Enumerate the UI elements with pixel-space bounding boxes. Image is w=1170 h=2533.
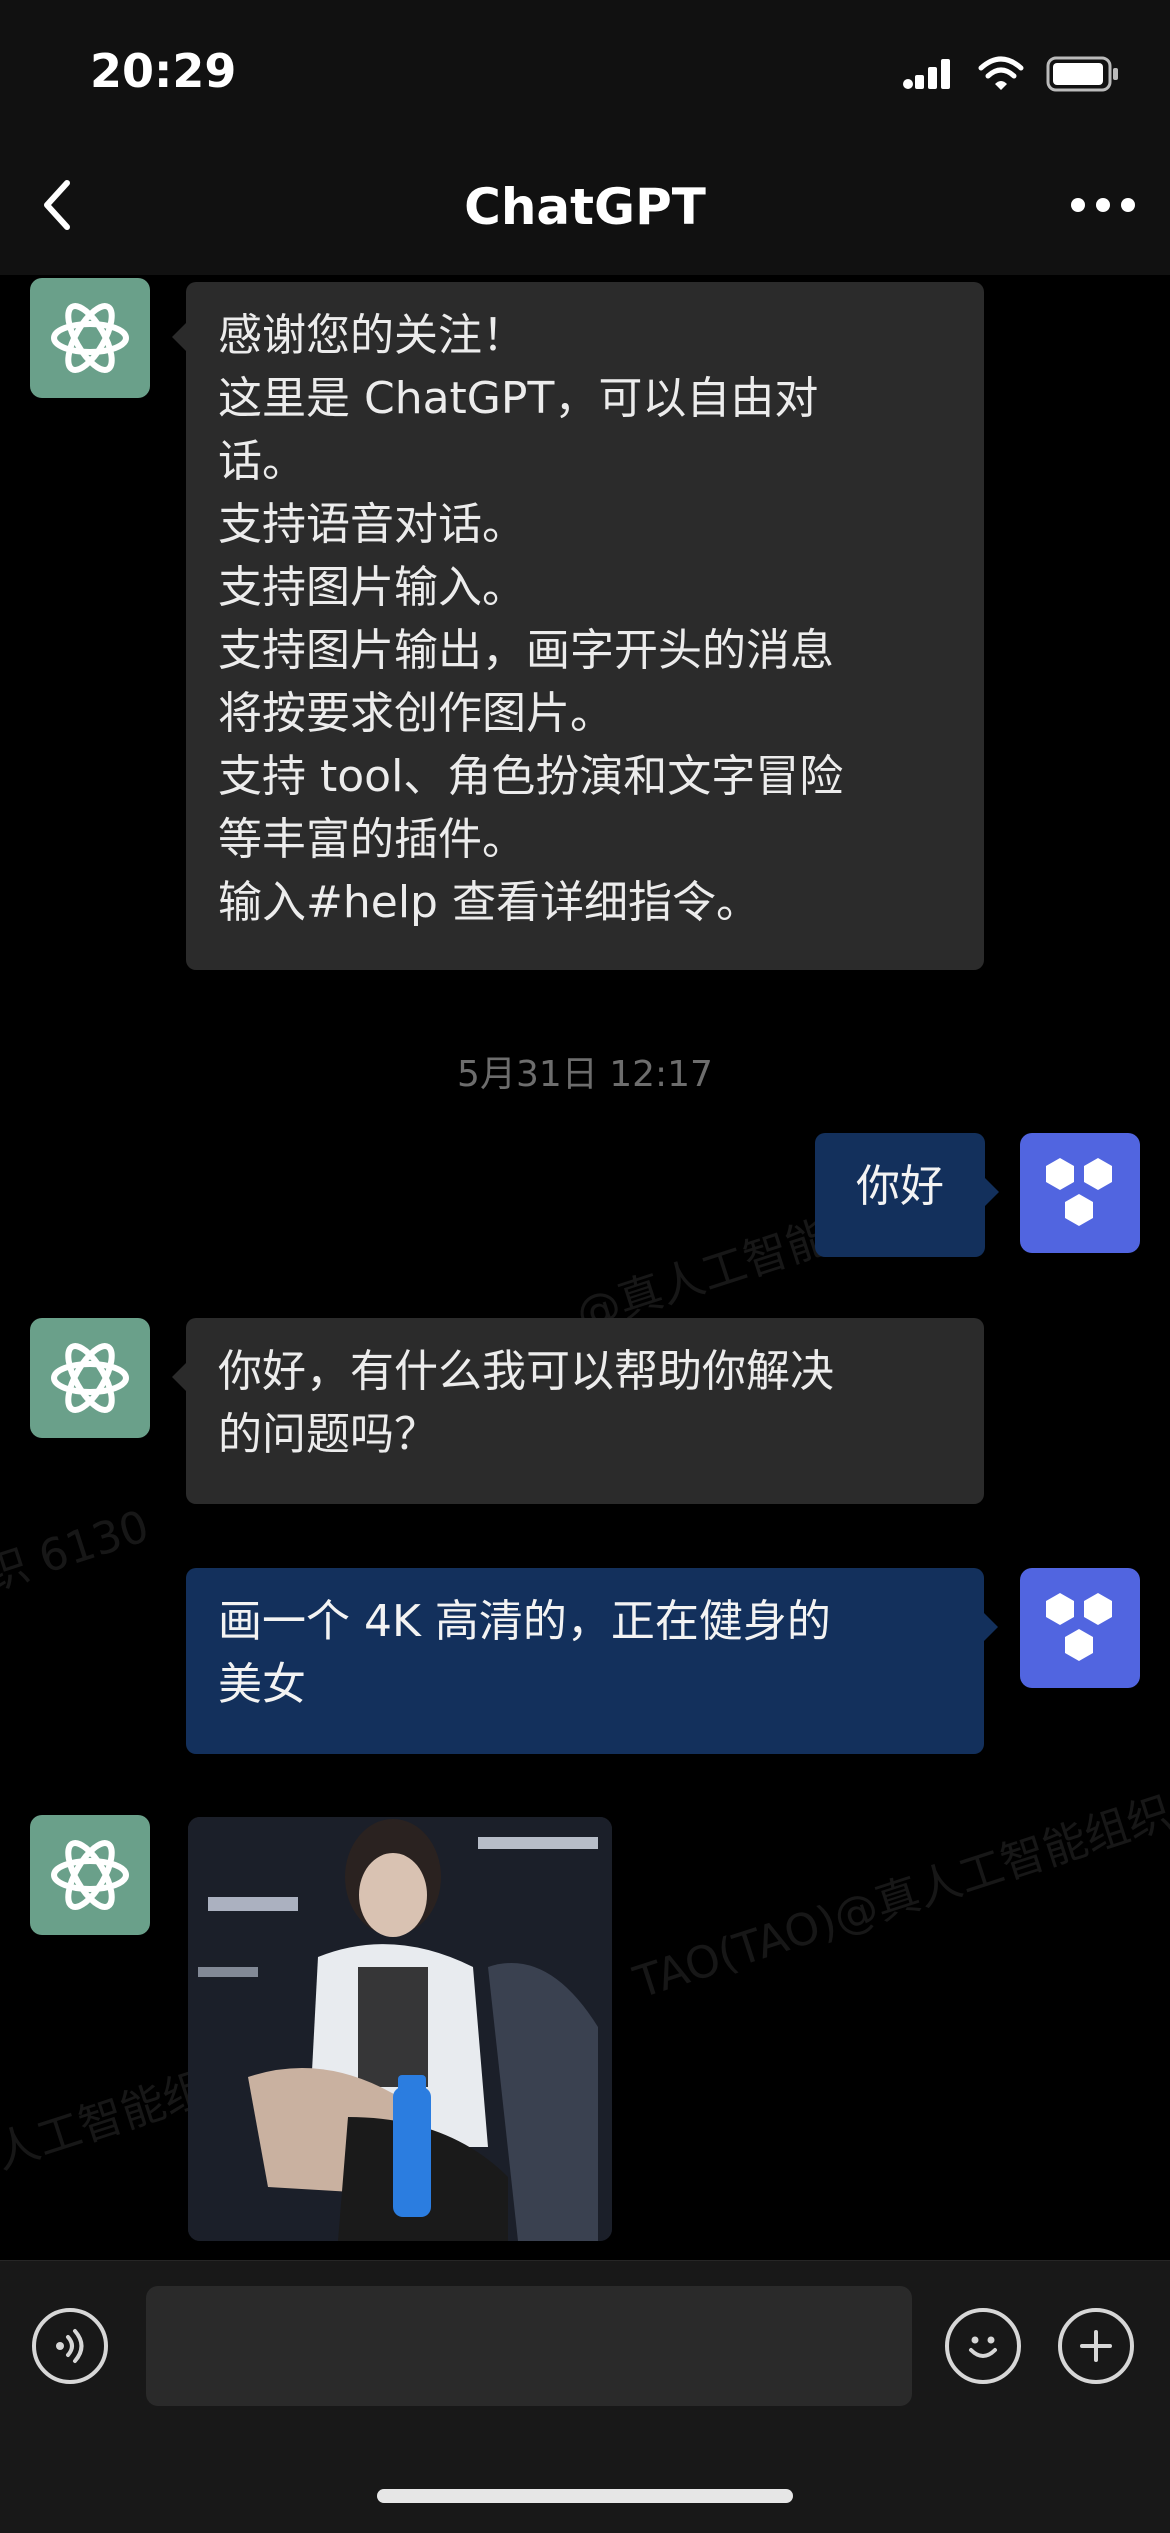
user-avatar[interactable] bbox=[1020, 1133, 1140, 1253]
message-line: 支持图片输出，画字开头的消息 bbox=[218, 625, 834, 676]
message-line: 你好 bbox=[856, 1161, 944, 1212]
message-line: 等丰富的插件。 bbox=[218, 814, 526, 865]
openai-logo-icon bbox=[51, 1343, 129, 1413]
bubble-tail bbox=[172, 323, 186, 351]
message-line: 你好，有什么我可以帮助你解决 bbox=[218, 1346, 834, 1397]
user-message[interactable]: 画一个 4K 高清的，正在健身的 美女 bbox=[186, 1568, 984, 1754]
chatgpt-avatar[interactable] bbox=[30, 278, 150, 398]
input-bar bbox=[0, 2260, 1170, 2533]
user-avatar[interactable] bbox=[1020, 1568, 1140, 1688]
hexagon-cluster-icon bbox=[1046, 1158, 1112, 1226]
message-line: 支持 tool、角色扮演和文字冒险 bbox=[218, 751, 844, 802]
generated-image-art bbox=[188, 1817, 612, 2241]
emoji-icon bbox=[969, 2336, 997, 2358]
signal-icon bbox=[903, 59, 950, 89]
more-dots-icon bbox=[1071, 198, 1135, 212]
chatgpt-avatar[interactable] bbox=[30, 1318, 150, 1438]
watermark: 织 6130 bbox=[0, 1500, 156, 1602]
bot-message[interactable]: 你好，有什么我可以帮助你解决 的问题吗？ bbox=[186, 1318, 984, 1504]
plus-circle-icon bbox=[1080, 2330, 1112, 2362]
message-line: 支持语音对话。 bbox=[218, 499, 526, 550]
message-line: 美女 bbox=[218, 1659, 306, 1710]
more-button[interactable] bbox=[1058, 172, 1148, 238]
message-line: 话。 bbox=[218, 436, 306, 487]
bubble-tail bbox=[984, 1613, 998, 1641]
message-line: 感谢您的关注！ bbox=[218, 310, 526, 361]
watermark: TAO(TAO)@真人工智能组织 6 bbox=[628, 1773, 1170, 2009]
wifi-icon bbox=[978, 56, 1024, 90]
generated-image[interactable] bbox=[188, 1817, 612, 2241]
home-indicator[interactable] bbox=[377, 2489, 793, 2503]
message-timestamp: 5月31日 12:17 bbox=[457, 1054, 713, 1095]
nav-bar: ChatGPT bbox=[0, 140, 1170, 275]
status-icons bbox=[902, 52, 1120, 96]
message-line: 输入#help 查看详细指令。 bbox=[218, 877, 760, 928]
message-line: 这里是 ChatGPT，可以自由对 bbox=[218, 373, 819, 424]
bot-message[interactable]: 感谢您的关注！ 这里是 ChatGPT，可以自由对 话。 支持语音对话。 支持图… bbox=[186, 282, 984, 970]
message-line: 支持图片输入。 bbox=[218, 562, 526, 613]
bubble-tail bbox=[985, 1178, 999, 1206]
openai-logo-icon bbox=[51, 1840, 129, 1910]
chatgpt-avatar[interactable] bbox=[30, 1815, 150, 1935]
add-button[interactable] bbox=[1058, 2308, 1134, 2384]
message-line: 的问题吗？ bbox=[218, 1409, 438, 1460]
watermark: 人工智能组 bbox=[0, 2063, 214, 2180]
user-message[interactable]: 你好 bbox=[815, 1133, 985, 1257]
chat-title: ChatGPT bbox=[464, 178, 706, 236]
status-time: 20:29 bbox=[90, 44, 237, 98]
voice-icon bbox=[56, 2329, 84, 2363]
openai-logo-icon bbox=[51, 303, 129, 373]
message-line: 画一个 4K 高清的，正在健身的 bbox=[218, 1596, 831, 1647]
voice-button[interactable] bbox=[32, 2308, 108, 2384]
chat-area[interactable]: TAO(TAO)@真人工智能组织 6 @真人工智能 织 6130 人工智能组 感… bbox=[0, 275, 1170, 2260]
battery-icon bbox=[1046, 56, 1118, 92]
message-input[interactable] bbox=[146, 2286, 912, 2406]
hexagon-cluster-icon bbox=[1046, 1593, 1112, 1661]
message-line: 将按要求创作图片。 bbox=[218, 688, 614, 739]
bubble-tail bbox=[172, 1363, 186, 1391]
status-bar: 20:29 bbox=[0, 0, 1170, 140]
emoji-button[interactable] bbox=[945, 2308, 1021, 2384]
